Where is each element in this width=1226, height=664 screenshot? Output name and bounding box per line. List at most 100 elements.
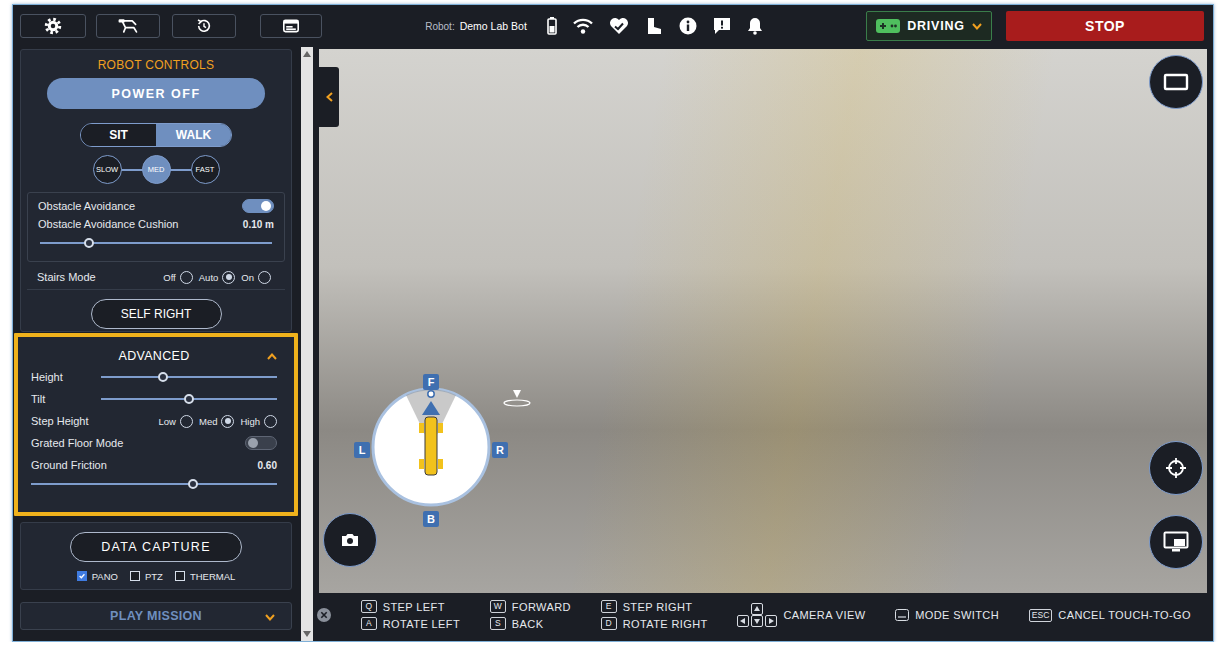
robot-compass[interactable]: F L R B <box>367 383 495 511</box>
posture-option[interactable]: SIT <box>81 124 156 146</box>
radio-button[interactable] <box>258 271 271 284</box>
posture-option[interactable]: WALK <box>156 124 231 146</box>
advanced-header[interactable]: ADVANCED <box>31 346 277 366</box>
robot-arm-button[interactable] <box>96 14 160 38</box>
radio-option[interactable]: On <box>241 271 271 284</box>
toggle-knob <box>248 438 258 448</box>
gear-icon <box>44 17 62 35</box>
capture-options: PANO PTZ THERMAL <box>77 568 236 584</box>
checkbox[interactable] <box>175 571 185 581</box>
compass-right-label[interactable]: R <box>492 442 508 458</box>
slider-knob[interactable] <box>188 479 198 489</box>
target-button[interactable] <box>1149 441 1203 495</box>
robot-driver-app: Robot: Demo Lab Bot DRIVING STOP ROBOT C… <box>12 4 1214 642</box>
cushion-slider[interactable] <box>40 237 272 249</box>
close-icon[interactable] <box>317 608 331 622</box>
touch-to-go-marker-icon <box>502 389 532 409</box>
advanced-wide-slider[interactable] <box>31 478 277 490</box>
check-icon <box>78 571 86 581</box>
slider-knob[interactable] <box>84 238 94 248</box>
battery-icon[interactable] <box>547 17 557 35</box>
crosshair-icon <box>1166 458 1186 478</box>
radio-label: Auto <box>199 272 219 283</box>
key-cap: S <box>490 617 506 630</box>
chevron-down-icon <box>265 614 275 621</box>
power-off-button[interactable]: POWER OFF <box>47 78 265 109</box>
camera-view[interactable]: F L R B <box>319 49 1207 593</box>
scroll-up-icon[interactable] <box>303 51 311 57</box>
advanced-radio-row: Step Height Low Med High <box>31 410 277 432</box>
radio-button[interactable] <box>264 415 277 428</box>
radio-button[interactable] <box>222 271 235 284</box>
play-mission-dropdown[interactable]: PLAY MISSION <box>20 602 292 630</box>
scroll-down-icon[interactable] <box>303 631 311 637</box>
advanced-toggle[interactable] <box>245 436 277 450</box>
alert-message-icon[interactable] <box>713 17 731 35</box>
health-heart-icon[interactable] <box>609 17 629 35</box>
checkbox-label: PANO <box>92 571 118 582</box>
capture-checkbox[interactable]: THERMAL <box>175 571 235 582</box>
radio-button[interactable] <box>180 415 193 428</box>
bell-icon[interactable] <box>747 17 763 35</box>
slider-track <box>31 483 277 485</box>
mode-label: DRIVING <box>907 19 965 33</box>
fullscreen-button[interactable] <box>1149 55 1203 109</box>
robot-arm-icon <box>117 17 139 35</box>
compass-left-label[interactable]: L <box>354 442 370 458</box>
advanced-slider-row: Height <box>31 366 277 388</box>
boot-icon[interactable] <box>645 17 663 35</box>
slider-track <box>101 376 277 378</box>
row-label: Height <box>31 371 101 383</box>
radio-option[interactable]: Med <box>199 415 234 428</box>
radio-button[interactable] <box>180 271 193 284</box>
shortcut-label: ROTATE LEFT <box>383 618 460 630</box>
wifi-icon[interactable] <box>573 18 593 34</box>
speed-selector: SLOW MED FAST <box>93 155 220 184</box>
compass-back-label[interactable]: B <box>423 511 439 527</box>
self-right-button[interactable]: SELF RIGHT <box>91 299 222 329</box>
data-capture-button[interactable]: DATA CAPTURE <box>70 532 242 562</box>
key-cap: A <box>361 617 377 630</box>
checkbox[interactable] <box>130 571 140 581</box>
compass-front-label[interactable]: F <box>423 374 439 390</box>
toggle-knob <box>261 201 271 211</box>
settings-button[interactable] <box>20 14 86 38</box>
advanced-slider[interactable] <box>101 371 277 383</box>
capture-checkbox[interactable]: PANO <box>77 571 118 582</box>
shortcut-label: STEP RIGHT <box>623 601 693 613</box>
snapshot-button[interactable] <box>323 513 377 567</box>
layout-button[interactable] <box>260 14 322 38</box>
radio-option[interactable]: Auto <box>199 271 236 284</box>
mode-dropdown[interactable]: DRIVING <box>866 11 992 41</box>
chevron-up-icon[interactable] <box>267 353 277 360</box>
sidebar-scrollbar[interactable] <box>301 47 313 641</box>
radio-options: Low Med High <box>159 415 277 428</box>
speed-option[interactable]: MED <box>142 155 171 184</box>
cushion-row: Obstacle Avoidance Cushion 0.10 m <box>38 215 274 233</box>
play-mission-label: PLAY MISSION <box>110 609 202 623</box>
radio-button[interactable] <box>221 415 234 428</box>
obstacle-avoidance-toggle[interactable] <box>242 199 274 213</box>
radio-option[interactable]: Low <box>159 415 193 428</box>
row-label: Obstacle Avoidance Cushion <box>38 218 178 230</box>
radio-option[interactable]: Off <box>163 271 193 284</box>
radio-option[interactable]: High <box>240 415 277 428</box>
history-button[interactable] <box>172 14 236 38</box>
advanced-slider[interactable] <box>101 393 277 405</box>
slider-knob[interactable] <box>184 394 194 404</box>
capture-checkbox[interactable]: PTZ <box>130 571 163 582</box>
row-label: Tilt <box>31 393 101 405</box>
camera-icon <box>341 533 359 547</box>
stop-button[interactable]: STOP <box>1006 11 1204 41</box>
mode-switch-hint: MODE SWITCH <box>895 609 999 621</box>
speed-option[interactable]: FAST <box>191 155 220 184</box>
checkbox[interactable] <box>77 571 87 581</box>
speed-option[interactable]: SLOW <box>93 155 122 184</box>
info-icon[interactable] <box>679 17 697 35</box>
compass-robot-icon <box>367 383 495 511</box>
picture-in-picture-button[interactable] <box>1149 515 1203 569</box>
top-bar: Robot: Demo Lab Bot DRIVING STOP <box>13 5 1213 47</box>
slider-knob[interactable] <box>158 372 168 382</box>
collapse-sidebar-button[interactable] <box>319 67 339 127</box>
robot-status: Robot: Demo Lab Bot <box>425 17 763 35</box>
